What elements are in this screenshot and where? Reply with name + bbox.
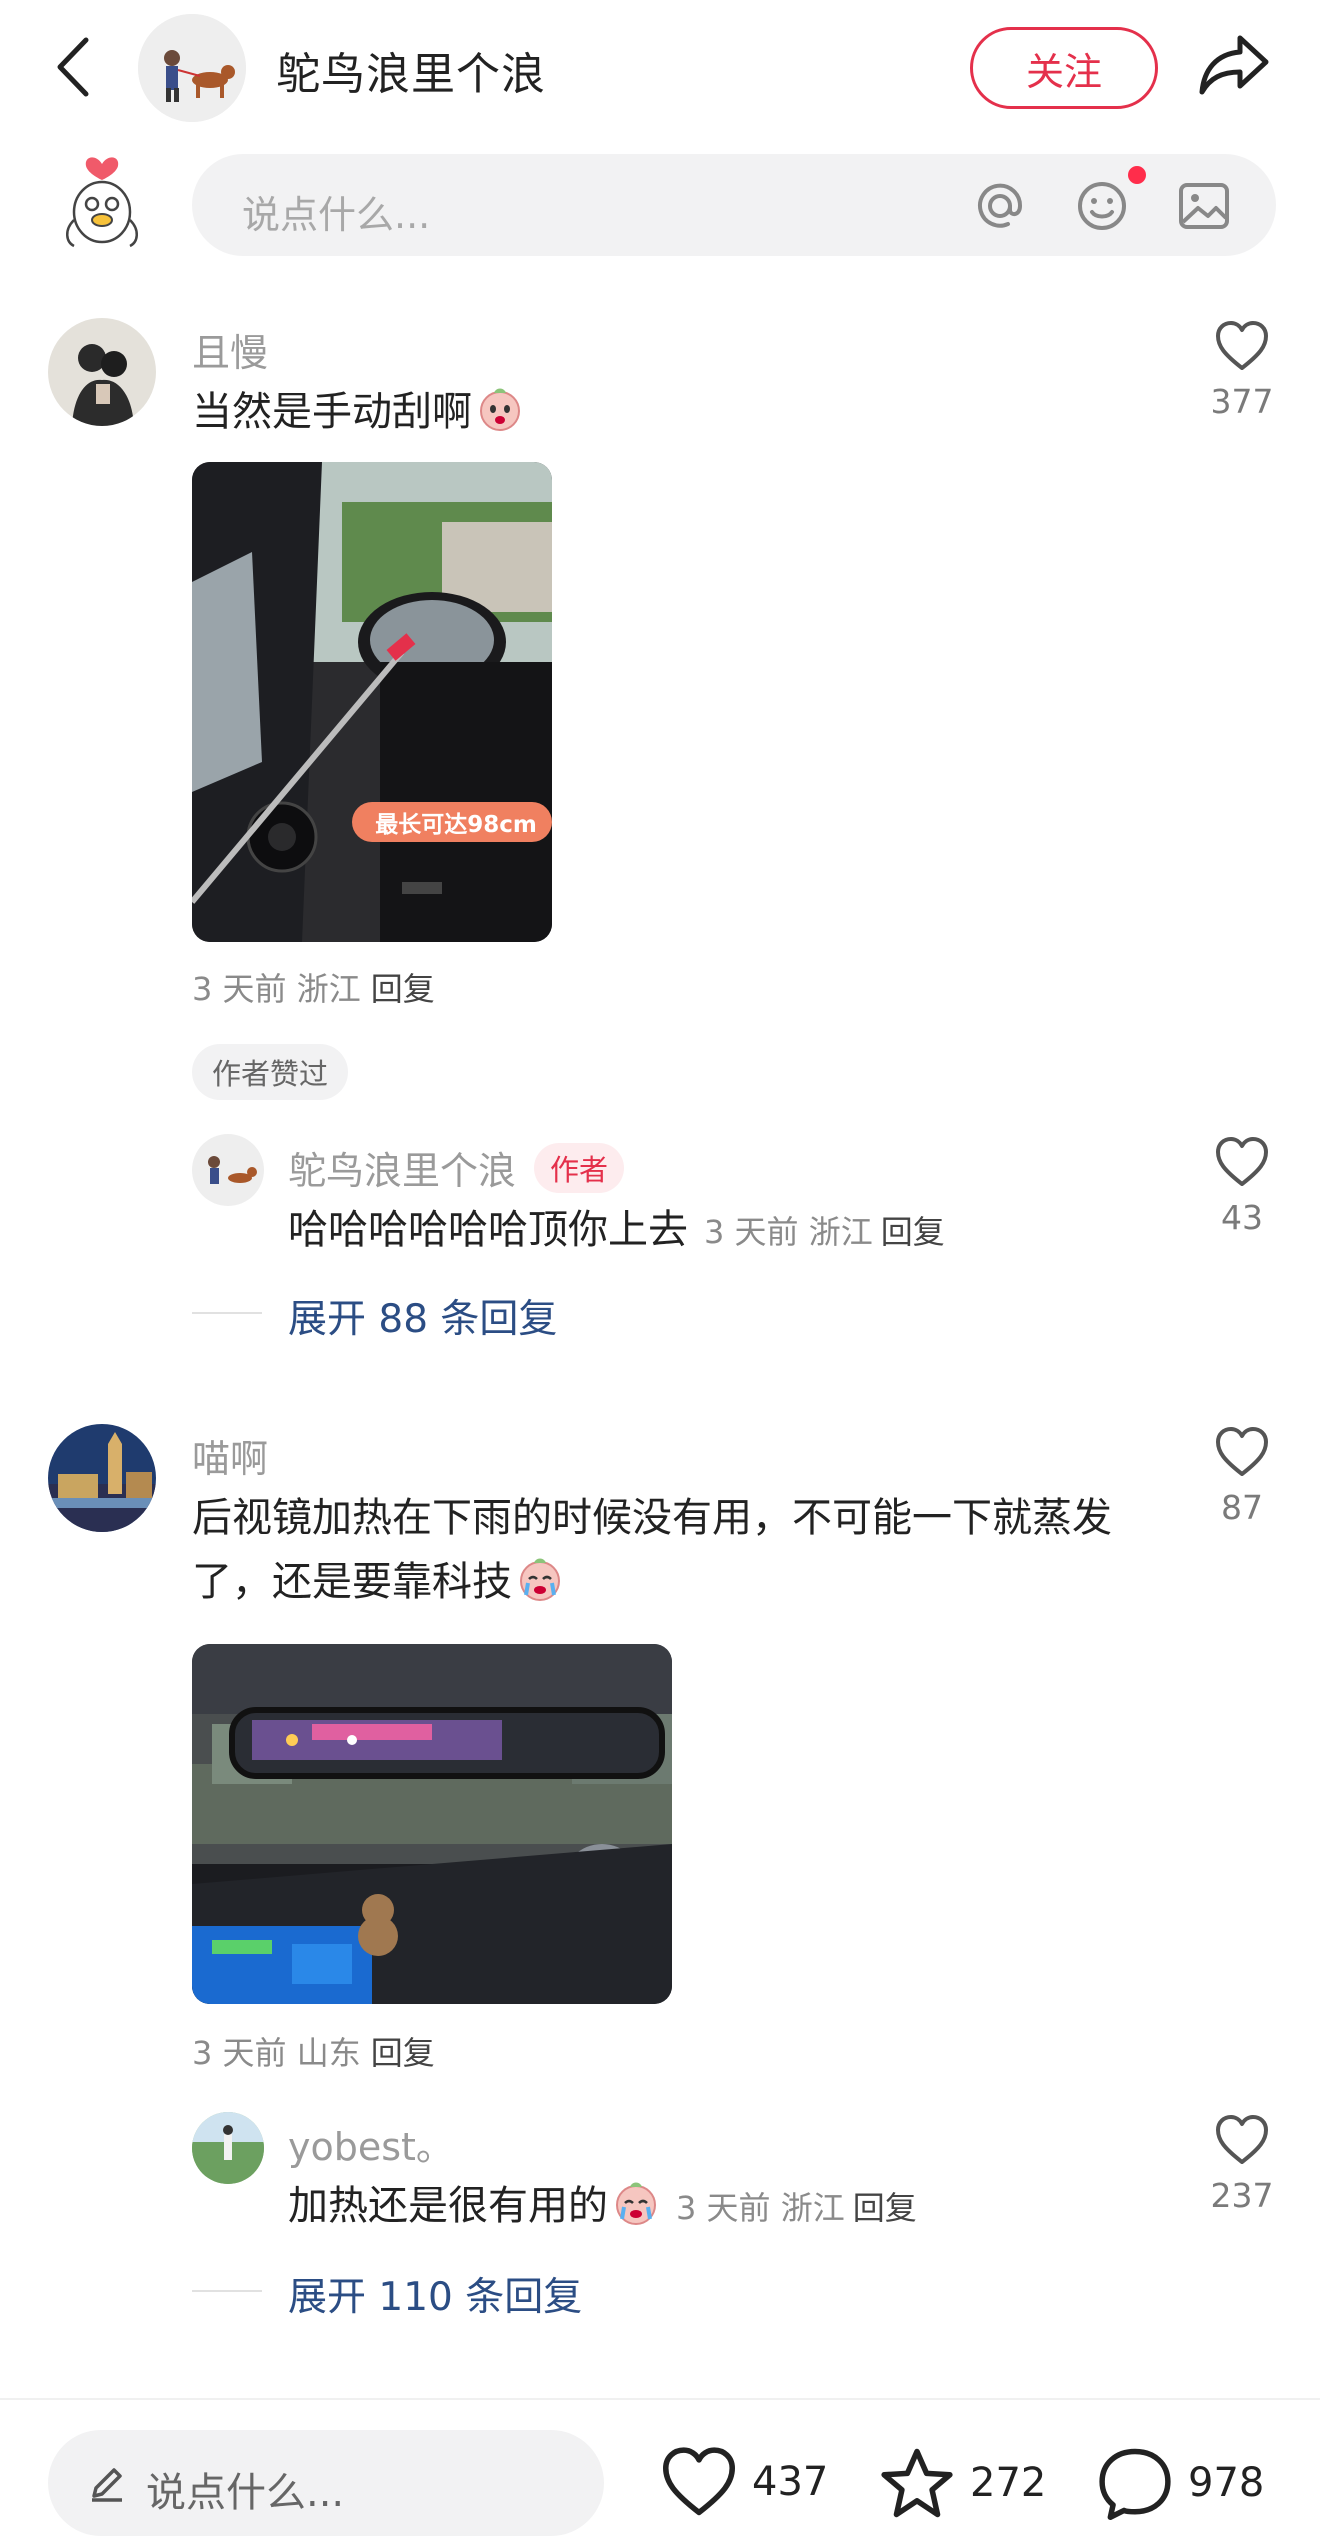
reply-location: 浙江 — [808, 1213, 873, 1251]
reply-text: 哈哈哈哈哈哈顶你上去 3 天前 浙江 回复 — [288, 1198, 945, 1264]
emoji-icon[interactable] — [1074, 178, 1130, 234]
reply-button[interactable]: 回复 — [371, 970, 435, 1008]
comment-time: 3 天前 — [192, 970, 287, 1008]
commenter-avatar[interactable] — [48, 1424, 156, 1532]
my-avatar-icon — [66, 157, 138, 248]
reply-avatar[interactable] — [192, 1134, 264, 1206]
commenter-name[interactable]: 喵啊 — [192, 1428, 268, 1483]
comment-location: 浙江 — [296, 970, 361, 1008]
heart-icon — [1216, 1137, 1268, 1186]
like-count: 43 — [1221, 1198, 1263, 1237]
comment-like-button[interactable]: 377 — [1202, 320, 1282, 421]
reply-text: 加热还是很有用的 3 天前 浙江 回复 — [288, 2174, 917, 2240]
author-liked-badge: 作者赞过 — [192, 1044, 349, 1100]
reply-user-name[interactable]: yobest。 — [288, 2116, 454, 2171]
comment-input-placeholder: 说点什么... — [242, 193, 431, 237]
comment-location: 山东 — [296, 2034, 361, 2072]
like-count: 87 — [1221, 1488, 1263, 1527]
follow-button[interactable]: 关注 — [970, 27, 1158, 109]
pencil-icon — [92, 2468, 122, 2502]
notification-dot — [1128, 166, 1146, 184]
reply-meta: 3 天前 浙江 回复 — [704, 1213, 945, 1251]
crying-emoji-icon — [520, 1558, 560, 1601]
heart-icon — [1216, 321, 1268, 370]
comment-image[interactable]: 最长可达98cm — [192, 462, 552, 942]
heart-icon — [663, 2447, 735, 2516]
author-name[interactable]: 鸵鸟浪里个浪 — [276, 38, 546, 102]
comment-like-button[interactable]: 87 — [1202, 1426, 1282, 1527]
back-arrow-icon[interactable] — [50, 34, 94, 100]
bottom-input-placeholder: 说点什么... — [146, 2470, 345, 2516]
star-icon — [881, 2448, 953, 2518]
reply-meta: 3 天前 浙江 回复 — [676, 2189, 917, 2227]
image-icon[interactable] — [1176, 178, 1232, 234]
expand-divider — [192, 2290, 262, 2292]
comment-text-content: 当然是手动刮啊 — [192, 389, 472, 435]
comment-time: 3 天前 — [192, 2034, 287, 2072]
comment-image[interactable] — [192, 1644, 672, 2004]
expand-replies-button[interactable]: 展开 88 条回复 — [288, 1288, 557, 1344]
reply-button[interactable]: 回复 — [881, 1213, 945, 1251]
comment-meta: 3 天前 山东 回复 — [192, 2028, 435, 2074]
comment-text-line: 后视镜加热在下雨的时候没有用，不可能一下就蒸发 — [192, 1495, 1112, 1541]
post-collect-count: 272 — [970, 2460, 1047, 2506]
crying-emoji-icon — [480, 388, 520, 431]
reply-user-name: 鸵鸟浪里个浪 — [288, 1149, 517, 1193]
top-bar: 鸵鸟浪里个浪 关注 — [0, 0, 1320, 136]
reply-location: 浙江 — [780, 2189, 845, 2227]
reply-button[interactable]: 回复 — [371, 2034, 435, 2072]
reply-time: 3 天前 — [676, 2189, 771, 2227]
reply-text-content: 加热还是很有用的 — [288, 2183, 608, 2229]
comment-input[interactable]: 说点什么... — [192, 154, 1276, 256]
comment-text: 当然是手动刮啊 — [192, 380, 524, 444]
bottom-divider — [0, 2398, 1320, 2400]
comment-bubble-icon — [1099, 2448, 1171, 2520]
reply-button[interactable]: 回复 — [853, 2189, 917, 2227]
post-like-count: 437 — [752, 2459, 829, 2505]
reply-like-button[interactable]: 237 — [1202, 2114, 1282, 2215]
heart-icon — [1216, 1427, 1268, 1476]
reply-text-content: 哈哈哈哈哈哈顶你上去 — [288, 1207, 688, 1253]
like-count: 237 — [1210, 2176, 1274, 2215]
image-overlay-label: 最长可达98cm — [375, 812, 537, 838]
reply-user[interactable]: 鸵鸟浪里个浪 作者 — [288, 1140, 625, 1195]
comment-post-button[interactable]: 978 — [1096, 2446, 1264, 2520]
commenter-avatar[interactable] — [48, 318, 156, 426]
post-comment-count: 978 — [1188, 2460, 1265, 2506]
author-tag: 作者 — [534, 1143, 625, 1193]
reply-like-button[interactable]: 43 — [1202, 1136, 1282, 1237]
like-post-button[interactable]: 437 — [660, 2446, 828, 2518]
like-count: 377 — [1210, 382, 1274, 421]
expand-replies-button[interactable]: 展开 110 条回复 — [288, 2266, 582, 2322]
author-avatar[interactable] — [138, 14, 246, 122]
commenter-name[interactable]: 且慢 — [192, 322, 268, 377]
comment-meta: 3 天前 浙江 回复 — [192, 964, 435, 1010]
reply-time: 3 天前 — [704, 1213, 799, 1251]
reply-avatar[interactable] — [192, 2112, 264, 2184]
bottom-comment-input[interactable]: 说点什么... — [48, 2430, 604, 2536]
mention-icon[interactable] — [972, 178, 1028, 234]
expand-divider — [192, 1312, 262, 1314]
share-icon[interactable] — [1198, 32, 1270, 98]
crying-emoji-icon — [616, 2182, 656, 2225]
heart-icon — [1216, 2115, 1268, 2164]
comment-text: 后视镜加热在下雨的时候没有用，不可能一下就蒸发 了，还是要靠科技 — [192, 1486, 1172, 1614]
comment-text-line: 了，还是要靠科技 — [192, 1559, 512, 1605]
collect-post-button[interactable]: 272 — [878, 2446, 1046, 2520]
